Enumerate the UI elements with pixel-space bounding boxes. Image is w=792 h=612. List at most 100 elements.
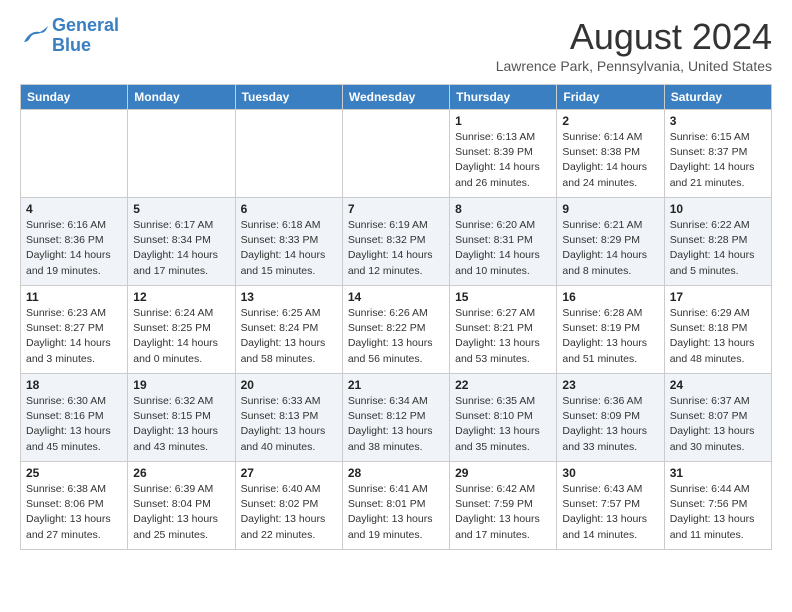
day-info: Sunrise: 6:18 AM Sunset: 8:33 PM Dayligh… — [241, 218, 337, 279]
day-cell: 3 Sunrise: 6:15 AM Sunset: 8:37 PM Daylig… — [664, 110, 771, 198]
day-number: 12 — [133, 290, 229, 304]
day-info: Sunrise: 6:13 AM Sunset: 8:39 PM Dayligh… — [455, 130, 551, 191]
day-number: 17 — [670, 290, 766, 304]
logo-line2: Blue — [52, 35, 91, 55]
week-row-3: 18Sunrise: 6:30 AM Sunset: 8:16 PM Dayli… — [21, 374, 772, 462]
day-info: Sunrise: 6:26 AM Sunset: 8:22 PM Dayligh… — [348, 306, 444, 367]
day-cell: 13 Sunrise: 6:25 AM Sunset: 8:24 PM Dayli… — [235, 286, 342, 374]
day-number: 16 — [562, 290, 658, 304]
day-number: 13 — [241, 290, 337, 304]
weekday-header-friday: Friday — [557, 85, 664, 110]
day-info: Sunrise: 6:40 AM Sunset: 8:02 PM Dayligh… — [241, 482, 337, 543]
day-number: 23 — [562, 378, 658, 392]
day-number: 6 — [241, 202, 337, 216]
logo: General Blue — [20, 16, 119, 56]
day-cell: 22Sunrise: 6:35 AM Sunset: 8:10 PM Dayli… — [450, 374, 557, 462]
title-block: August 2024 Lawrence Park, Pennsylvania,… — [496, 16, 772, 74]
day-number: 21 — [348, 378, 444, 392]
day-number: 1 — [455, 114, 551, 128]
day-info: Sunrise: 6:38 AM Sunset: 8:06 PM Dayligh… — [26, 482, 122, 543]
day-cell: 4Sunrise: 6:16 AM Sunset: 8:36 PM Daylig… — [21, 198, 128, 286]
logo-icon — [20, 24, 48, 48]
day-cell: 17 Sunrise: 6:29 AM Sunset: 8:18 PM Dayli… — [664, 286, 771, 374]
day-number: 22 — [455, 378, 551, 392]
day-cell: 28Sunrise: 6:41 AM Sunset: 8:01 PM Dayli… — [342, 462, 449, 550]
day-info: Sunrise: 6:29 AM Sunset: 8:18 PM Dayligh… — [670, 306, 766, 367]
day-cell: 19 Sunrise: 6:32 AM Sunset: 8:15 PM Dayli… — [128, 374, 235, 462]
day-cell — [128, 110, 235, 198]
day-info: Sunrise: 6:20 AM Sunset: 8:31 PM Dayligh… — [455, 218, 551, 279]
day-cell: 16 Sunrise: 6:28 AM Sunset: 8:19 PM Dayli… — [557, 286, 664, 374]
day-info: Sunrise: 6:23 AM Sunset: 8:27 PM Dayligh… — [26, 306, 122, 367]
day-number: 28 — [348, 466, 444, 480]
day-cell: 8Sunrise: 6:20 AM Sunset: 8:31 PM Daylig… — [450, 198, 557, 286]
day-cell: 26 Sunrise: 6:39 AM Sunset: 8:04 PM Dayli… — [128, 462, 235, 550]
day-info: Sunrise: 6:14 AM Sunset: 8:38 PM Dayligh… — [562, 130, 658, 191]
day-number: 20 — [241, 378, 337, 392]
day-info: Sunrise: 6:21 AM Sunset: 8:29 PM Dayligh… — [562, 218, 658, 279]
day-info: Sunrise: 6:44 AM Sunset: 7:56 PM Dayligh… — [670, 482, 766, 543]
day-number: 18 — [26, 378, 122, 392]
day-number: 3 — [670, 114, 766, 128]
day-number: 26 — [133, 466, 229, 480]
day-number: 31 — [670, 466, 766, 480]
day-info: Sunrise: 6:17 AM Sunset: 8:34 PM Dayligh… — [133, 218, 229, 279]
day-info: Sunrise: 6:32 AM Sunset: 8:15 PM Dayligh… — [133, 394, 229, 455]
week-row-4: 25 Sunrise: 6:38 AM Sunset: 8:06 PM Dayli… — [21, 462, 772, 550]
calendar-table: SundayMondayTuesdayWednesdayThursdayFrid… — [20, 84, 772, 550]
week-row-0: 1 Sunrise: 6:13 AM Sunset: 8:39 PM Daylig… — [21, 110, 772, 198]
week-row-2: 11 Sunrise: 6:23 AM Sunset: 8:27 PM Dayli… — [21, 286, 772, 374]
logo-text: General Blue — [52, 16, 119, 56]
day-info: Sunrise: 6:24 AM Sunset: 8:25 PM Dayligh… — [133, 306, 229, 367]
day-info: Sunrise: 6:25 AM Sunset: 8:24 PM Dayligh… — [241, 306, 337, 367]
day-number: 9 — [562, 202, 658, 216]
day-cell: 10Sunrise: 6:22 AM Sunset: 8:28 PM Dayli… — [664, 198, 771, 286]
day-cell: 6 Sunrise: 6:18 AM Sunset: 8:33 PM Daylig… — [235, 198, 342, 286]
day-info: Sunrise: 6:33 AM Sunset: 8:13 PM Dayligh… — [241, 394, 337, 455]
day-number: 19 — [133, 378, 229, 392]
day-number: 15 — [455, 290, 551, 304]
weekday-header-wednesday: Wednesday — [342, 85, 449, 110]
logo-line1: General — [52, 15, 119, 35]
day-cell — [235, 110, 342, 198]
day-number: 11 — [26, 290, 122, 304]
day-info: Sunrise: 6:15 AM Sunset: 8:37 PM Dayligh… — [670, 130, 766, 191]
day-number: 24 — [670, 378, 766, 392]
day-cell — [342, 110, 449, 198]
day-info: Sunrise: 6:42 AM Sunset: 7:59 PM Dayligh… — [455, 482, 551, 543]
day-cell: 31 Sunrise: 6:44 AM Sunset: 7:56 PM Dayli… — [664, 462, 771, 550]
day-cell: 25 Sunrise: 6:38 AM Sunset: 8:06 PM Dayli… — [21, 462, 128, 550]
day-cell: 14Sunrise: 6:26 AM Sunset: 8:22 PM Dayli… — [342, 286, 449, 374]
day-number: 30 — [562, 466, 658, 480]
week-row-1: 4Sunrise: 6:16 AM Sunset: 8:36 PM Daylig… — [21, 198, 772, 286]
day-cell: 30Sunrise: 6:43 AM Sunset: 7:57 PM Dayli… — [557, 462, 664, 550]
day-cell: 27 Sunrise: 6:40 AM Sunset: 8:02 PM Dayli… — [235, 462, 342, 550]
day-cell: 1 Sunrise: 6:13 AM Sunset: 8:39 PM Daylig… — [450, 110, 557, 198]
day-info: Sunrise: 6:28 AM Sunset: 8:19 PM Dayligh… — [562, 306, 658, 367]
location-subtitle: Lawrence Park, Pennsylvania, United Stat… — [496, 58, 772, 74]
day-number: 4 — [26, 202, 122, 216]
day-info: Sunrise: 6:39 AM Sunset: 8:04 PM Dayligh… — [133, 482, 229, 543]
day-number: 25 — [26, 466, 122, 480]
day-cell: 5Sunrise: 6:17 AM Sunset: 8:34 PM Daylig… — [128, 198, 235, 286]
day-cell: 2 Sunrise: 6:14 AM Sunset: 8:38 PM Daylig… — [557, 110, 664, 198]
weekday-header-tuesday: Tuesday — [235, 85, 342, 110]
day-number: 29 — [455, 466, 551, 480]
day-cell: 11 Sunrise: 6:23 AM Sunset: 8:27 PM Dayli… — [21, 286, 128, 374]
day-number: 27 — [241, 466, 337, 480]
day-cell: 15Sunrise: 6:27 AM Sunset: 8:21 PM Dayli… — [450, 286, 557, 374]
day-info: Sunrise: 6:34 AM Sunset: 8:12 PM Dayligh… — [348, 394, 444, 455]
day-number: 2 — [562, 114, 658, 128]
weekday-header-sunday: Sunday — [21, 85, 128, 110]
day-cell: 24Sunrise: 6:37 AM Sunset: 8:07 PM Dayli… — [664, 374, 771, 462]
day-cell: 20 Sunrise: 6:33 AM Sunset: 8:13 PM Dayli… — [235, 374, 342, 462]
day-cell: 23Sunrise: 6:36 AM Sunset: 8:09 PM Dayli… — [557, 374, 664, 462]
weekday-header-saturday: Saturday — [664, 85, 771, 110]
weekday-header-thursday: Thursday — [450, 85, 557, 110]
day-cell: 29 Sunrise: 6:42 AM Sunset: 7:59 PM Dayli… — [450, 462, 557, 550]
month-title: August 2024 — [496, 16, 772, 58]
day-number: 7 — [348, 202, 444, 216]
day-cell: 18Sunrise: 6:30 AM Sunset: 8:16 PM Dayli… — [21, 374, 128, 462]
weekday-header-monday: Monday — [128, 85, 235, 110]
day-number: 10 — [670, 202, 766, 216]
